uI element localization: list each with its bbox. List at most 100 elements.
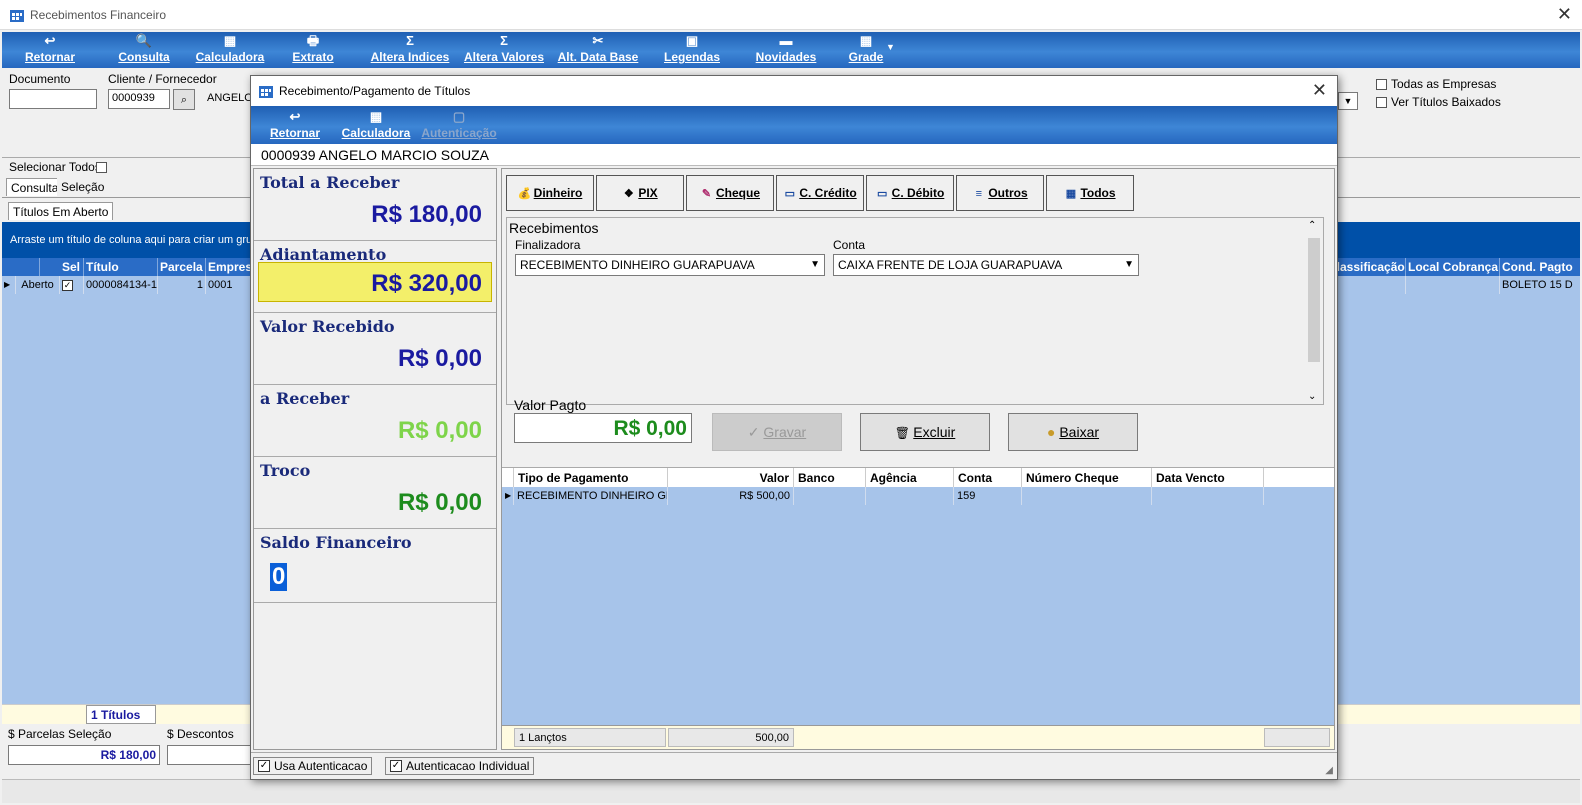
row-indicator-icon: ▶ (2, 276, 16, 294)
column-sel-header[interactable]: Sel (60, 258, 84, 276)
altera-valores-button[interactable]: Σ Altera Valores (462, 32, 546, 68)
summary-panel: Total a Receber R$ 180,00 Adiantamento R… (253, 168, 497, 750)
pix-button[interactable]: ❖ PIX (596, 175, 684, 211)
usa-autenticacao-checkbox[interactable]: ✓ Usa Autenticacao (253, 757, 373, 775)
baixar-button[interactable]: ● Baixar (1008, 413, 1138, 451)
retornar-button[interactable]: ↩ Retornar (20, 32, 80, 68)
tab-titulos-aberto[interactable]: Títulos Em Aberto (8, 202, 114, 220)
resize-grip-icon[interactable]: ◢ (1325, 765, 1333, 776)
column-indicator-header (502, 468, 514, 488)
column-valor-header[interactable]: Valor (668, 468, 794, 488)
cell-sel[interactable]: ✓ (60, 276, 84, 294)
list-icon: ≡ (975, 188, 983, 200)
legendas-button[interactable]: ▣ Legendas (662, 32, 722, 68)
column-empresa-header[interactable]: Empres (206, 258, 252, 276)
debito-button[interactable]: ▭ C. Débito (866, 175, 954, 211)
saldo-financeiro-value[interactable]: 0 (270, 563, 288, 591)
adiantamento-box: Adiantamento R$ 320,00 (254, 241, 496, 313)
credito-button[interactable]: ▭ C. Crédito (776, 175, 864, 211)
column-conta-header[interactable]: Conta (954, 468, 1022, 488)
gravar-button[interactable]: ✓ Gravar (712, 413, 842, 451)
lancamentos-count: 1 Lançtos (514, 728, 666, 747)
calculadora-button[interactable]: ▦ Calculadora (195, 32, 265, 68)
column-agencia-header[interactable]: Agência (866, 468, 954, 488)
tab-selecao[interactable]: Seleção (57, 178, 109, 196)
valor-pagto-input[interactable]: R$ 0,00 (514, 413, 692, 443)
excluir-button[interactable]: 🗑 Excluir (860, 413, 990, 451)
column-data-vencto-header[interactable]: Data Vencto (1152, 468, 1264, 488)
dinheiro-button[interactable]: 💰 Dinheiro (506, 175, 594, 211)
return-icon: ↩ (44, 33, 56, 48)
valor-recebido-value: R$ 0,00 (397, 345, 482, 372)
scrollbar[interactable]: ⌃ ⌄ (1305, 220, 1321, 402)
finalizadora-select[interactable]: RECEBIMENTO DINHEIRO GUARAPUAVA ▼ (515, 254, 825, 276)
column-classificacao-header[interactable]: Classificação (1326, 258, 1406, 276)
ver-baixados-label: Ver Títulos Baixados (1391, 95, 1501, 109)
close-icon[interactable]: ✕ (1312, 80, 1327, 101)
group-hint: Arraste um título de coluna aqui para cr… (10, 234, 265, 246)
dialog-calculadora-button[interactable]: ▦ Calculadora (341, 108, 411, 144)
dialog-toolbar: ↩ Retornar ▦ Calculadora ▢ Autenticação (251, 106, 1337, 144)
novidades-button[interactable]: ▬ Novidades (754, 32, 818, 68)
grade-dropdown-icon[interactable]: ▼ (886, 42, 895, 52)
selecionar-todos-label: Selecionar Todos (9, 160, 101, 174)
column-parcela-header[interactable]: Parcela (158, 258, 206, 276)
documento-input[interactable] (9, 89, 97, 109)
cheque-button[interactable]: ✎ Cheque (686, 175, 774, 211)
payment-grid-footer: 1 Lançtos 500,00 (502, 725, 1334, 749)
chevron-down-icon: ▼ (810, 259, 820, 270)
customer-name: 0000939 ANGELO MARCIO SOUZA (251, 144, 1337, 166)
chevron-down-icon: ▼ (1124, 259, 1134, 270)
tab-consulta[interactable]: Consulta (6, 178, 64, 196)
column-titulo-header[interactable]: Título (84, 258, 158, 276)
outros-button[interactable]: ≡ Outros (956, 175, 1044, 211)
finalizadora-value: RECEBIMENTO DINHEIRO GUARAPUAVA (520, 258, 755, 272)
table-row[interactable]: ▶ RECEBIMENTO DINHEIRO GL R$ 500,00 159 (502, 487, 1334, 505)
altera-indices-button[interactable]: Σ Altera Indices (368, 32, 452, 68)
column-numero-cheque-header[interactable]: Número Cheque (1022, 468, 1152, 488)
search-icon[interactable]: ⌕ (173, 89, 195, 110)
column-banco-header[interactable]: Banco (794, 468, 866, 488)
date-dropdown-icon[interactable]: ▼ (1338, 92, 1358, 110)
column-cond-pagto-header[interactable]: Cond. Pagto (1500, 258, 1580, 276)
app-icon (259, 86, 273, 98)
dialog-autenticacao-button[interactable]: ▢ Autenticação (421, 108, 497, 144)
row-checkbox[interactable]: ✓ (62, 280, 73, 291)
todos-button[interactable]: ▦ Todos (1046, 175, 1134, 211)
main-title-bar: Recebimentos Financeiro ✕ (0, 0, 1582, 30)
extrato-button[interactable]: 🖶 Extrato (288, 32, 338, 68)
scroll-up-icon[interactable]: ⌃ (1308, 220, 1316, 231)
dialog-status-bar: ✓ Usa Autenticacao ✓ Autenticacao Individu… (251, 752, 1337, 778)
conta-select[interactable]: CAIXA FRENTE DE LOJA GUARAPUAVA ▼ (833, 254, 1139, 276)
selecionar-todos-checkbox[interactable] (96, 162, 107, 173)
recebimento-dialog: Recebimento/Pagamento de Títulos ✕ ↩ Reto… (250, 75, 1338, 780)
cell-data-vencto (1152, 487, 1264, 505)
news-icon: ▬ (779, 33, 793, 48)
column-status-header[interactable] (2, 258, 40, 276)
autenticacao-individual-checkbox[interactable]: ✓ Autenticacao Individual (385, 757, 535, 775)
dialog-title: Recebimento/Pagamento de Títulos (279, 84, 471, 98)
a-receber-box: a Receber R$ 0,00 (254, 385, 496, 457)
column-tipo-header[interactable]: Tipo de Pagamento (514, 468, 668, 488)
close-icon[interactable]: ✕ (1557, 4, 1572, 25)
printer-icon: 🖶 (306, 33, 320, 48)
valor-pagto-label: Valor Pagto (514, 397, 587, 413)
ver-baixados-checkbox[interactable] (1376, 97, 1387, 108)
money-bag-icon: 💰 (517, 188, 532, 200)
todas-empresas-checkbox[interactable] (1376, 79, 1387, 90)
cell-status: Aberto (16, 276, 60, 294)
scroll-down-icon[interactable]: ⌄ (1308, 391, 1316, 402)
payment-panel: 💰 Dinheiro ❖ PIX ✎ Cheque ▭ C. Crédito ▭ C. D… (501, 168, 1335, 750)
coins-icon: ● (1046, 424, 1060, 440)
column-local-cobranca-header[interactable]: Local Cobrança (1406, 258, 1500, 276)
alt-data-base-button[interactable]: ✂ Alt. Data Base (556, 32, 640, 68)
cell-titulo: 0000084134-1 (84, 276, 158, 294)
titulos-count: 1 Títulos (86, 705, 156, 724)
tools-icon: ✂ (592, 33, 604, 48)
dialog-retornar-button[interactable]: ↩ Retornar (265, 108, 325, 144)
todas-empresas-label: Todas as Empresas (1391, 77, 1497, 91)
scrollbar-thumb[interactable] (1308, 238, 1320, 362)
cliente-code-input[interactable]: 0000939 (108, 89, 170, 109)
calculator-icon: ▦ (369, 109, 383, 124)
consulta-button[interactable]: 🔍 Consulta (114, 32, 174, 68)
